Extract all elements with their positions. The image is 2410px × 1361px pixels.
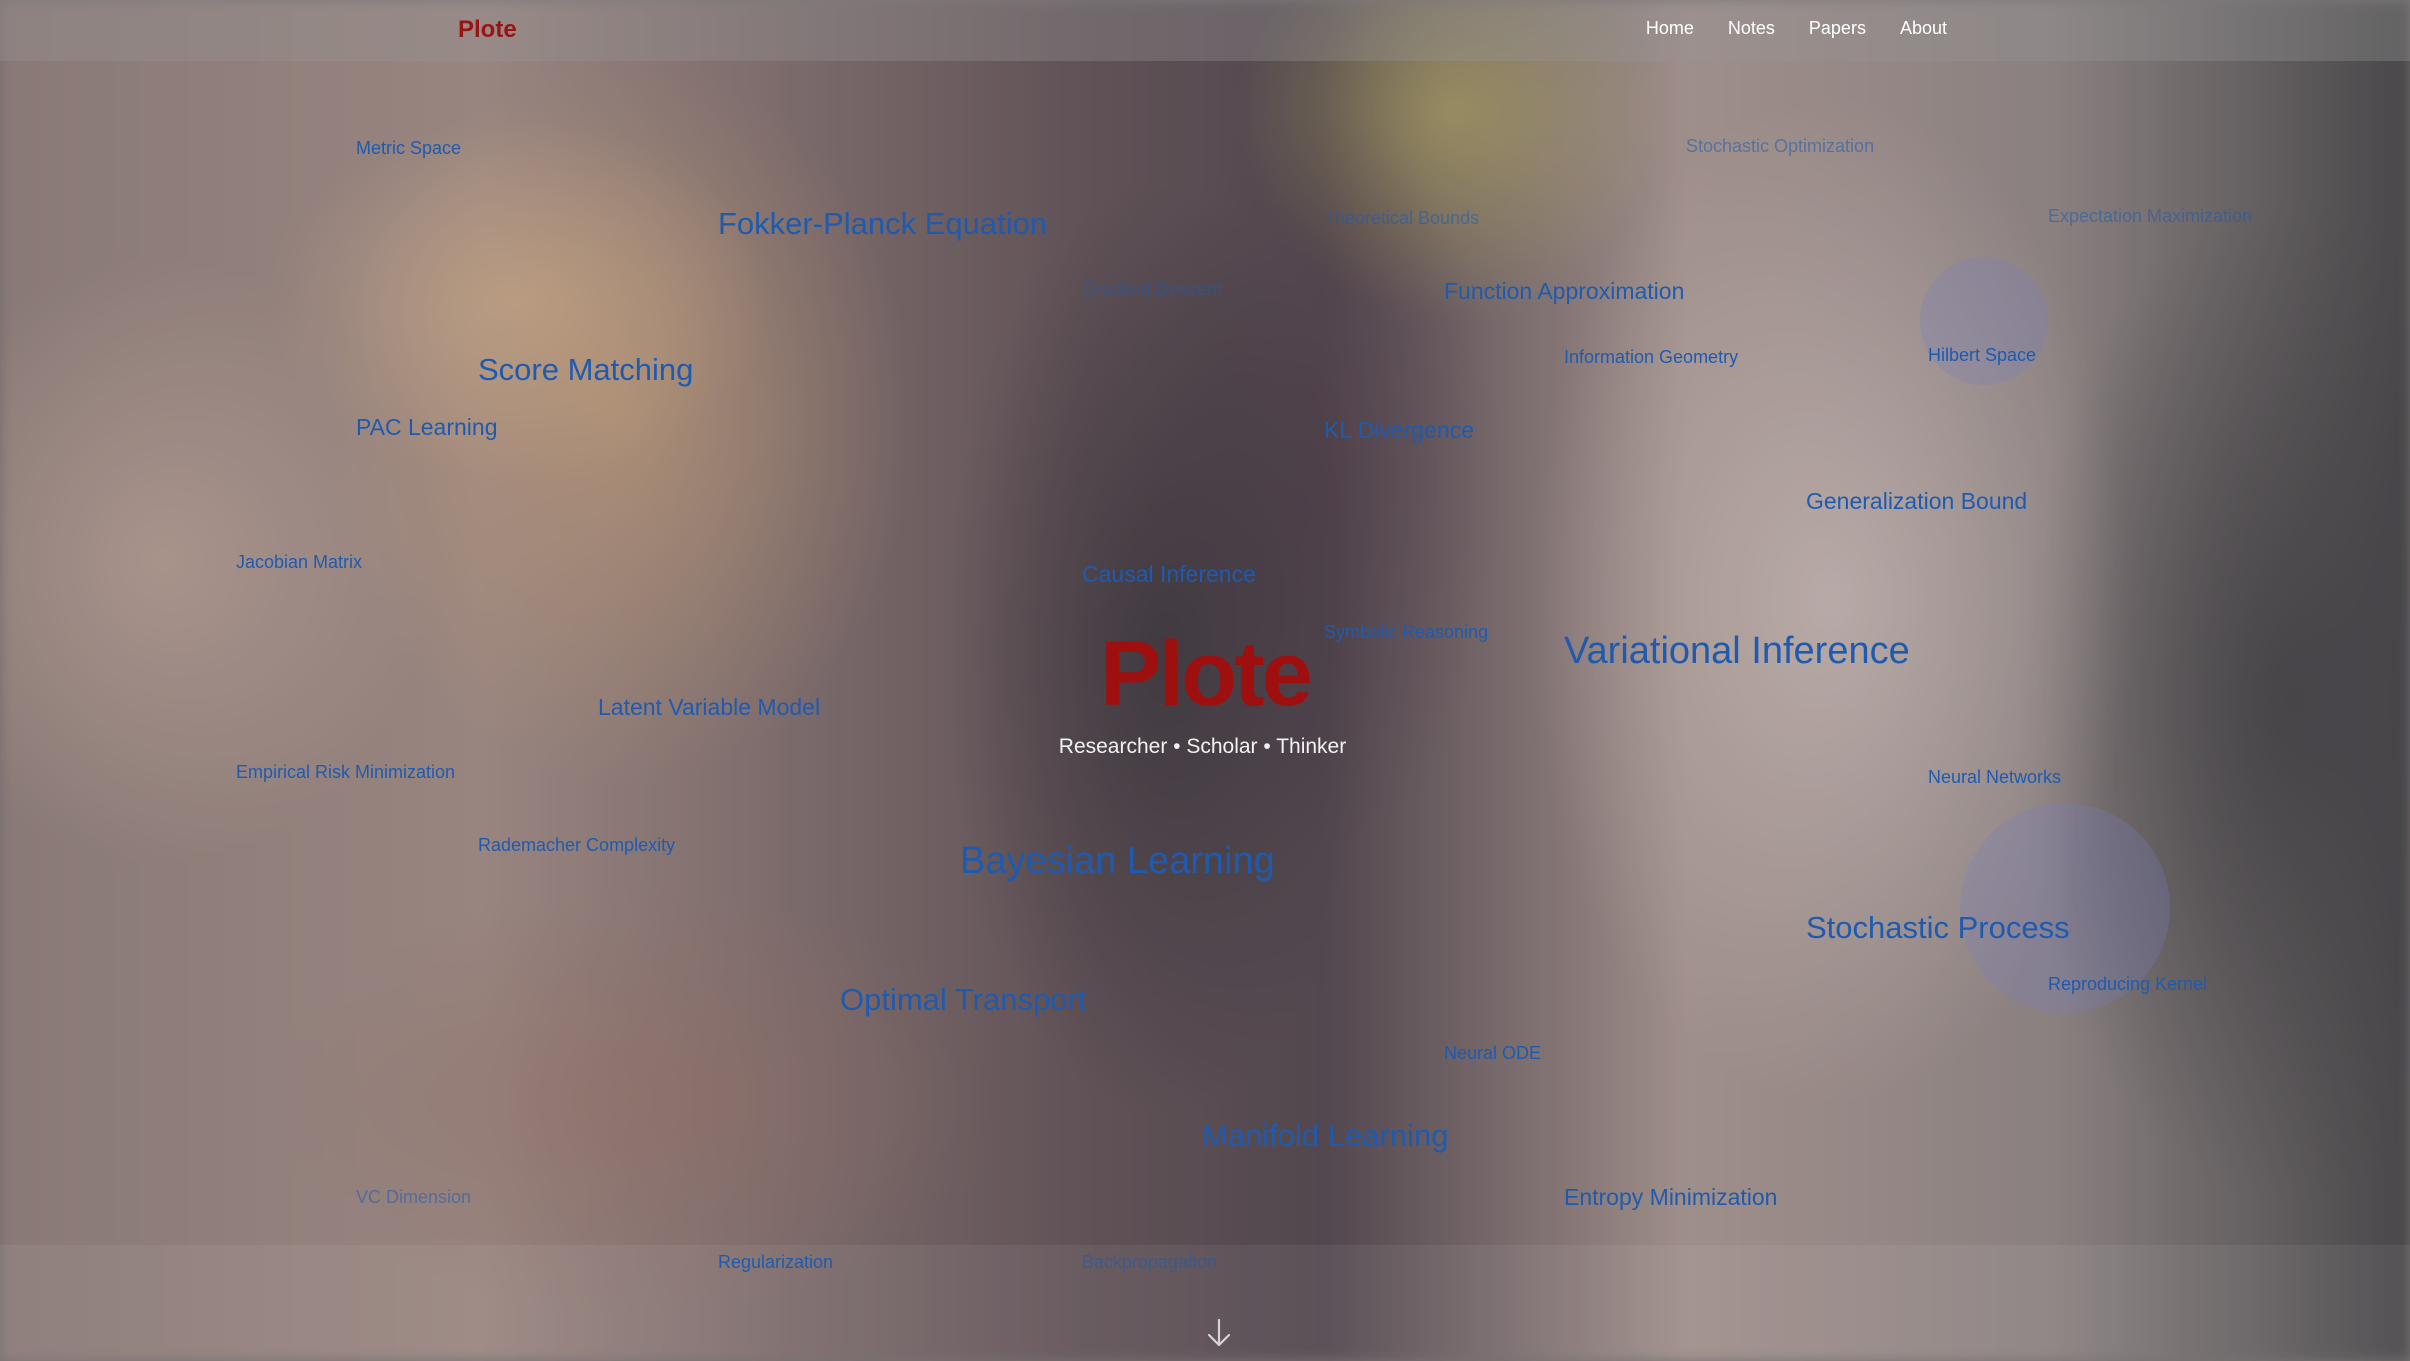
nav-links: Home Notes Papers About	[1646, 18, 1947, 39]
nav-papers-link[interactable]: Papers	[1809, 18, 1866, 39]
term-link[interactable]: VC Dimension	[356, 1187, 471, 1208]
term-link[interactable]: Optimal Transport	[840, 982, 1086, 1018]
nav-home-link[interactable]: Home	[1646, 18, 1694, 39]
nav-about-link[interactable]: About	[1900, 18, 1947, 39]
term-link[interactable]: Neural ODE	[1444, 1043, 1541, 1064]
term-link[interactable]: Generalization Bound	[1806, 488, 2027, 515]
term-link[interactable]: Latent Variable Model	[598, 694, 820, 721]
term-link[interactable]: Variational Inference	[1564, 630, 1910, 673]
navbar: Plote Home Notes Papers About	[0, 0, 2410, 61]
term-link[interactable]: Stochastic Process	[1806, 910, 2070, 946]
term-link[interactable]: Symbolic Reasoning	[1324, 622, 1488, 643]
term-link[interactable]: Fokker-Planck Equation	[718, 206, 1047, 242]
term-link[interactable]: Metric Space	[356, 138, 461, 159]
term-link[interactable]: Manifold Learning	[1202, 1118, 1448, 1154]
term-link[interactable]: Causal Inference	[1082, 561, 1256, 588]
term-link[interactable]: Reproducing Kernel	[2048, 974, 2207, 995]
term-link[interactable]: Theoretical Bounds	[1324, 208, 1479, 229]
term-link[interactable]: Empirical Risk Minimization	[236, 762, 455, 783]
term-link[interactable]: Hilbert Space	[1928, 345, 2036, 366]
term-link[interactable]: Jacobian Matrix	[236, 552, 362, 573]
term-link[interactable]: Rademacher Complexity	[478, 835, 675, 856]
brand-logo[interactable]: Plote	[458, 16, 517, 44]
term-link[interactable]: Regularization	[718, 1252, 833, 1273]
arrow-down-icon[interactable]	[1207, 1318, 1231, 1348]
term-link[interactable]: Stochastic Optimization	[1686, 136, 1874, 157]
term-link[interactable]: Expectation Maximization	[2048, 206, 2252, 227]
term-link[interactable]: KL Divergence	[1324, 417, 1474, 444]
hero-title: Plote	[1100, 623, 1313, 725]
term-link[interactable]: Score Matching	[478, 352, 693, 388]
term-link[interactable]: Neural Networks	[1928, 767, 2061, 788]
nav-notes-link[interactable]: Notes	[1728, 18, 1775, 39]
term-link[interactable]: Information Geometry	[1564, 347, 1738, 368]
term-link[interactable]: Gradient Descent	[1082, 279, 1222, 300]
term-link[interactable]: Function Approximation	[1444, 278, 1684, 305]
term-link[interactable]: Bayesian Learning	[960, 840, 1275, 883]
term-link[interactable]: PAC Learning	[356, 414, 498, 441]
hero-subtitle: Researcher • Scholar • Thinker	[1058, 735, 1347, 758]
term-link[interactable]: Entropy Minimization	[1564, 1184, 1777, 1211]
term-link[interactable]: Backpropagation	[1082, 1252, 1217, 1273]
